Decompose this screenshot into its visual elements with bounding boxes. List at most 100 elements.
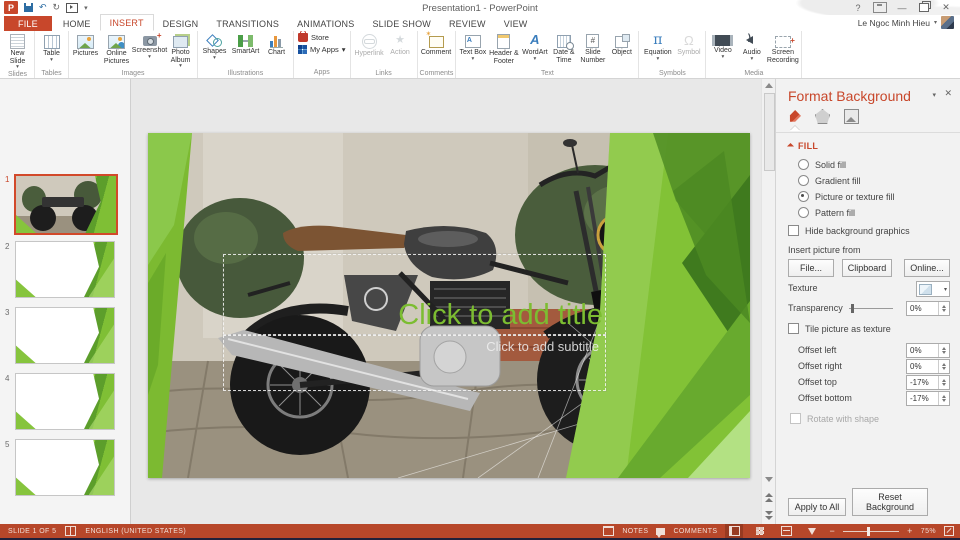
date-time-button[interactable]: Date & Time: [549, 31, 578, 69]
fit-slide-to-window-icon[interactable]: [944, 526, 954, 536]
close-button[interactable]: ✕: [936, 1, 956, 14]
hide-background-checkbox[interactable]: Hide background graphics: [788, 225, 910, 236]
user-account[interactable]: Le Ngoc Minh Hieu ▾: [858, 16, 954, 29]
screenshot-button[interactable]: Screenshot ▾: [132, 31, 167, 69]
transparency-slider[interactable]: [848, 303, 893, 313]
zoom-level[interactable]: 75%: [921, 528, 936, 535]
transparency-spinner[interactable]: 0%: [906, 301, 950, 316]
slide-thumbnail-1[interactable]: [14, 174, 118, 235]
restore-button[interactable]: [914, 1, 934, 14]
fill-section-header[interactable]: FILL: [786, 141, 818, 151]
tab-home[interactable]: HOME: [54, 16, 100, 31]
my-apps-button[interactable]: My Apps ▾: [298, 45, 346, 54]
next-slide-button[interactable]: [765, 511, 773, 520]
spinner-arrows-icon[interactable]: [938, 302, 949, 315]
tab-design[interactable]: DESIGN: [154, 16, 208, 31]
picture-tab-icon[interactable]: [844, 109, 859, 124]
panel-dropdown-icon[interactable]: ▾: [932, 91, 936, 99]
spinner-arrows-icon[interactable]: [938, 360, 949, 373]
vertical-scrollbar[interactable]: [761, 79, 776, 524]
tab-review[interactable]: REVIEW: [440, 16, 495, 31]
tab-view[interactable]: VIEW: [495, 16, 537, 31]
solid-fill-option[interactable]: Solid fill: [798, 159, 846, 170]
slide-number-button[interactable]: # Slide Number: [578, 31, 607, 69]
title-placeholder[interactable]: Click to add title: [223, 254, 606, 335]
texture-dropdown[interactable]: ▾: [916, 281, 950, 297]
clipboard-button[interactable]: Clipboard: [842, 259, 892, 277]
zoom-slider[interactable]: [843, 526, 900, 536]
zoom-out-button[interactable]: −: [829, 526, 835, 536]
offset-left-label: Offset left: [798, 345, 837, 355]
store-button[interactable]: Store: [298, 31, 346, 42]
audio-button[interactable]: Audio ▾: [737, 31, 766, 69]
new-slide-button[interactable]: New Slide ▾: [3, 31, 32, 70]
comments-toggle[interactable]: COMMENTS: [673, 528, 717, 535]
zoom-in-button[interactable]: +: [907, 526, 913, 536]
window-controls: ? — ✕: [848, 1, 956, 14]
online-pictures-button[interactable]: Online Pictures: [100, 31, 133, 69]
table-button[interactable]: Table ▾: [37, 31, 66, 69]
normal-view-button[interactable]: [725, 524, 744, 538]
chart-button[interactable]: Chart: [262, 31, 291, 69]
fill-tab-icon[interactable]: [789, 110, 801, 122]
slide-thumbnail-2[interactable]: [15, 241, 115, 298]
offset-left-spinner[interactable]: 0%: [906, 343, 950, 358]
pattern-fill-option[interactable]: Pattern fill: [798, 207, 855, 218]
spinner-arrows-icon[interactable]: [938, 376, 949, 389]
equation-button[interactable]: π Equation ▾: [641, 31, 674, 69]
offset-bottom-spinner[interactable]: -17%: [906, 391, 950, 406]
ribbon-display-options-button[interactable]: [870, 1, 890, 14]
notes-toggle[interactable]: NOTES: [622, 528, 648, 535]
scroll-down-icon[interactable]: [765, 477, 773, 482]
gradient-fill-option[interactable]: Gradient fill: [798, 175, 861, 186]
slide-thumbnail-4[interactable]: [15, 373, 115, 430]
subtitle-placeholder[interactable]: Click to add subtitle: [223, 335, 606, 391]
spellcheck-language-icon[interactable]: [65, 526, 77, 536]
tile-picture-checkbox[interactable]: Tile picture as texture: [788, 323, 891, 334]
offset-top-spinner[interactable]: -17%: [906, 375, 950, 390]
previous-slide-button[interactable]: [765, 493, 773, 502]
tab-animations[interactable]: ANIMATIONS: [288, 16, 363, 31]
panel-close-icon[interactable]: ✕: [944, 88, 952, 99]
slideshow-view-button[interactable]: [803, 524, 821, 538]
shapes-button[interactable]: Shapes ▾: [200, 31, 229, 69]
screen-recording-button[interactable]: Screen Recording: [766, 31, 799, 69]
ribbon-group-media: Video ▾ Audio ▾ Screen Recording Media: [706, 31, 803, 78]
file-button[interactable]: File...: [788, 259, 834, 277]
text-box-button[interactable]: A Text Box ▾: [458, 31, 487, 69]
offset-right-spinner[interactable]: 0%: [906, 359, 950, 374]
tab-file[interactable]: FILE: [4, 16, 52, 31]
video-button[interactable]: Video ▾: [708, 31, 737, 69]
pictures-button[interactable]: Pictures: [71, 31, 100, 69]
slide-1-editor[interactable]: Click to add title Click to add subtitle: [148, 133, 750, 478]
action-button[interactable]: ★ Action: [386, 31, 415, 69]
minimize-button[interactable]: —: [892, 1, 912, 14]
language-indicator[interactable]: ENGLISH (UNITED STATES): [85, 528, 186, 535]
scroll-up-icon[interactable]: [765, 83, 773, 88]
smartart-button[interactable]: SmartArt: [229, 31, 262, 69]
wordart-button[interactable]: A WordArt ▾: [520, 31, 549, 69]
tab-insert[interactable]: INSERT: [99, 14, 154, 31]
reset-background-button[interactable]: Reset Background: [852, 488, 928, 516]
apply-to-all-button[interactable]: Apply to All: [788, 498, 846, 516]
slide-thumbnail-5[interactable]: [15, 439, 115, 496]
hyperlink-button[interactable]: Hyperlink: [353, 31, 386, 69]
effects-tab-icon[interactable]: [815, 109, 830, 124]
picture-texture-fill-option[interactable]: Picture or texture fill: [798, 191, 895, 202]
help-button[interactable]: ?: [848, 1, 868, 14]
slide-thumbnail-3[interactable]: [15, 307, 115, 364]
reading-view-button[interactable]: [777, 524, 795, 538]
photo-album-button[interactable]: Photo Album ▾: [166, 31, 195, 69]
spinner-arrows-icon[interactable]: [938, 344, 949, 357]
tab-slideshow[interactable]: SLIDE SHOW: [363, 16, 440, 31]
spinner-arrows-icon[interactable]: [938, 392, 949, 405]
scrollbar-thumb[interactable]: [764, 93, 775, 171]
online-button[interactable]: Online...: [904, 259, 950, 277]
zoom-slider-thumb[interactable]: [867, 526, 871, 536]
header-footer-button[interactable]: Header & Footer: [487, 31, 520, 69]
object-button[interactable]: Object: [607, 31, 636, 69]
tab-transitions[interactable]: TRANSITIONS: [207, 16, 288, 31]
comment-button[interactable]: Comment: [420, 31, 453, 69]
symbol-button[interactable]: Ω Symbol: [674, 31, 703, 69]
slide-sorter-view-button[interactable]: [751, 524, 769, 538]
